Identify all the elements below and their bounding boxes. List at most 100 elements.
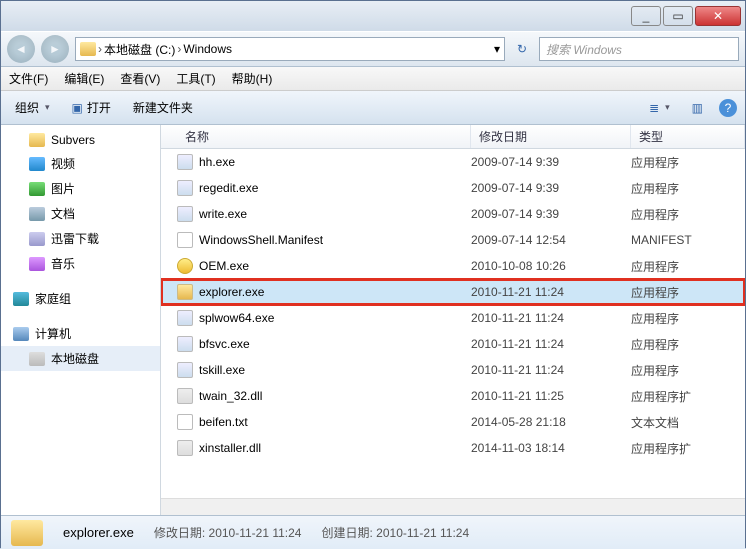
file-name: beifen.txt [199,415,248,429]
file-icon [177,258,193,274]
file-type: 应用程序 [631,258,745,275]
drive-icon [29,352,45,366]
file-row[interactable]: WindowsShell.Manifest2009-07-14 12:54MAN… [161,227,745,253]
file-row[interactable]: hh.exe2009-07-14 9:39应用程序 [161,149,745,175]
open-icon: ▣ [72,101,83,115]
menu-tools[interactable]: 工具(T) [176,70,215,87]
file-row[interactable]: xinstaller.dll2014-11-03 18:14应用程序扩 [161,435,745,461]
file-type: MANIFEST [631,233,745,247]
file-name: explorer.exe [199,285,264,299]
folder-icon [80,42,96,56]
file-date: 2010-11-21 11:24 [471,337,631,351]
file-type: 应用程序 [631,180,745,197]
sidebar-item-label: 音乐 [51,255,75,272]
sidebar-item[interactable]: 图片 [1,176,160,201]
maximize-button[interactable]: ▭ [663,6,693,26]
sidebar-item[interactable]: 迅雷下载 [1,226,160,251]
file-row[interactable]: regedit.exe 2009-07-14 9:39应用程序 [161,175,745,201]
status-filename: explorer.exe [63,525,134,540]
status-bar: explorer.exe 修改日期: 2010-11-21 11:24 创建日期… [1,515,745,549]
forward-button[interactable]: ► [41,35,69,63]
menu-view[interactable]: 查看(V) [120,70,160,87]
sidebar-item-icon [29,157,45,171]
sidebar-homegroup[interactable]: 家庭组 [1,286,160,311]
file-icon [177,232,193,248]
chevron-right-icon: › [98,42,102,56]
file-list-pane: 名称 修改日期 类型 hh.exe2009-07-14 9:39应用程序rege… [161,125,745,515]
file-row[interactable]: OEM.exe2010-10-08 10:26应用程序 [161,253,745,279]
sidebar-item-label: Subvers [51,133,95,147]
col-type[interactable]: 类型 [631,125,745,148]
file-row[interactable]: twain_32.dll2010-11-21 11:25应用程序扩 [161,383,745,409]
menu-help[interactable]: 帮助(H) [232,70,273,87]
view-mode-button[interactable]: ≣ [643,98,676,118]
sidebar-item-icon [29,182,45,196]
file-type: 应用程序 [631,362,745,379]
file-icon [177,154,193,170]
homegroup-icon [13,292,29,306]
sidebar-drive[interactable]: 本地磁盘 [1,346,160,371]
menu-edit[interactable]: 编辑(E) [64,70,104,87]
refresh-button[interactable]: ↻ [511,38,533,60]
status-modified: 修改日期: 2010-11-21 11:24 [154,524,302,541]
menu-bar: 文件(F) 编辑(E) 查看(V) 工具(T) 帮助(H) [1,67,745,91]
computer-icon [13,327,29,341]
file-date: 2009-07-14 9:39 [471,181,631,195]
sidebar-item[interactable]: 视频 [1,151,160,176]
crumb-dropdown-icon[interactable]: ▾ [494,42,500,56]
file-icon [177,362,193,378]
status-file-icon [11,520,43,546]
file-row[interactable]: explorer.exe2010-11-21 11:24应用程序 [161,279,745,305]
sidebar-item[interactable]: 音乐 [1,251,160,276]
file-row[interactable]: beifen.txt2014-05-28 21:18文本文档 [161,409,745,435]
file-icon [177,440,193,456]
file-row[interactable]: splwow64.exe2010-11-21 11:24应用程序 [161,305,745,331]
minimize-button[interactable]: _ [631,6,661,26]
file-name: xinstaller.dll [199,441,261,455]
menu-file[interactable]: 文件(F) [9,70,48,87]
organize-button[interactable]: 组织 [9,96,56,119]
file-type: 应用程序 [631,154,745,171]
file-name: WindowsShell.Manifest [199,233,323,247]
file-name: regedit.exe [199,181,258,195]
sidebar-item[interactable]: 文档 [1,201,160,226]
file-type: 应用程序 [631,336,745,353]
file-row[interactable]: tskill.exe2010-11-21 11:24应用程序 [161,357,745,383]
file-type: 应用程序 [631,284,745,301]
new-folder-button[interactable]: 新建文件夹 [127,96,199,119]
horizontal-scrollbar[interactable] [161,498,745,515]
file-name: hh.exe [199,155,235,169]
sidebar-item-label: 文档 [51,205,75,222]
file-icon [177,180,193,196]
file-date: 2014-05-28 21:18 [471,415,631,429]
help-button[interactable]: ? [719,99,737,117]
col-name[interactable]: 名称 [161,125,471,148]
file-row[interactable]: write.exe2009-07-14 9:39应用程序 [161,201,745,227]
file-date: 2010-11-21 11:24 [471,363,631,377]
file-date: 2009-07-14 9:39 [471,207,631,221]
sidebar-item-icon [29,207,45,221]
preview-pane-button[interactable]: ▥ [686,98,709,118]
back-button[interactable]: ◄ [7,35,35,63]
file-date: 2014-11-03 18:14 [471,441,631,455]
close-button[interactable]: ✕ [695,6,741,26]
file-icon [177,310,193,326]
file-row[interactable]: bfsvc.exe 2010-11-21 11:24应用程序 [161,331,745,357]
search-input[interactable]: 搜索 Windows [539,37,739,61]
col-date[interactable]: 修改日期 [471,125,631,148]
sidebar-item-label: 视频 [51,155,75,172]
open-button[interactable]: ▣打开 [66,96,117,119]
explorer-window: _ ▭ ✕ ◄ ► › 本地磁盘 (C:) › Windows ▾ ↻ 搜索 W… [0,0,746,548]
breadcrumb[interactable]: › 本地磁盘 (C:) › Windows ▾ [75,37,505,61]
crumb-drive[interactable]: 本地磁盘 (C:) [104,41,175,58]
sidebar-computer[interactable]: 计算机 [1,321,160,346]
sidebar-item[interactable]: Subvers [1,129,160,151]
titlebar: _ ▭ ✕ [1,1,745,31]
sidebar-item-icon [29,232,45,246]
file-icon [177,206,193,222]
crumb-folder[interactable]: Windows [183,42,232,56]
file-icon [177,284,193,300]
file-name: bfsvc.exe [199,337,250,351]
status-created: 创建日期: 2010-11-21 11:24 [321,524,469,541]
sidebar-item-label: 图片 [51,180,75,197]
